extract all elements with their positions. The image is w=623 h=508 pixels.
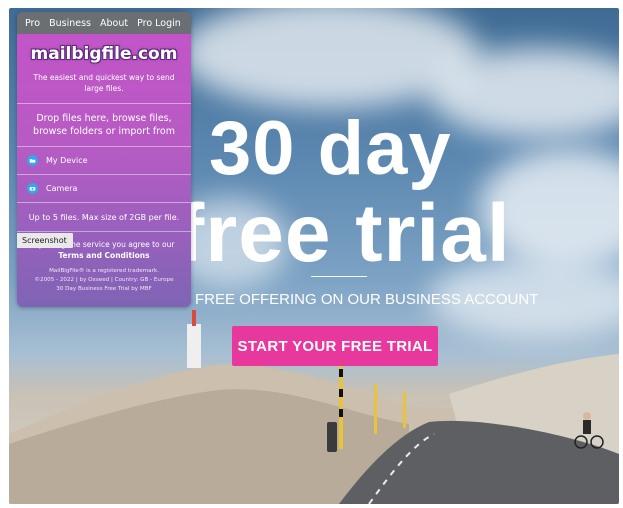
hero-title-line-1: 30 day — [209, 106, 452, 191]
divider — [17, 103, 191, 104]
hero-subtitle: FREE OFFERING ON OUR BUSINESS ACCOUNT — [195, 291, 539, 308]
footer-text: MailBigFile® is a registered trademark. … — [17, 267, 191, 294]
folder-icon — [27, 155, 38, 166]
start-free-trial-button[interactable]: START YOUR FREE TRIAL — [232, 326, 438, 366]
footer-line-3: 30 Day Business Free Trial by MBF — [56, 286, 152, 292]
nav-item-pro[interactable]: Pro — [25, 18, 40, 29]
tagline: The easiest and quickest way to send lar… — [33, 73, 175, 93]
footer-line-2: ©2005 - 2022 | by Oxseed | Country: GB -… — [34, 277, 174, 283]
screenshot-tag[interactable]: Screenshot — [17, 233, 73, 248]
terms-link[interactable]: Terms and Conditions — [17, 250, 191, 261]
camera-icon — [27, 183, 38, 194]
nav-item-business[interactable]: Business — [49, 18, 91, 29]
camera-label: Camera — [46, 184, 78, 193]
my-device-option[interactable]: My Device — [17, 146, 191, 174]
top-nav: Pro Business About Pro Login — [17, 12, 191, 34]
nav-item-about[interactable]: About — [100, 18, 128, 29]
drop-zone-text[interactable]: Drop files here, browse files, browse fo… — [25, 112, 183, 138]
footer-line-1: MailBigFile® is a registered trademark. — [49, 268, 159, 274]
my-device-label: My Device — [46, 156, 88, 165]
file-limits-text: Up to 5 files. Max size of 2GB per file. — [17, 202, 191, 231]
terms-notice: Screenshot By using the service you agre… — [17, 231, 191, 294]
brand-logo[interactable]: mailbigfile.com — [17, 44, 191, 64]
camera-option[interactable]: Camera — [17, 174, 191, 202]
hero-divider — [311, 276, 367, 277]
hero-title-line-2: free trial — [177, 188, 511, 279]
upload-panel: Pro Business About Pro Login mailbigfile… — [17, 12, 191, 307]
nav-item-pro-login[interactable]: Pro Login — [137, 18, 181, 29]
